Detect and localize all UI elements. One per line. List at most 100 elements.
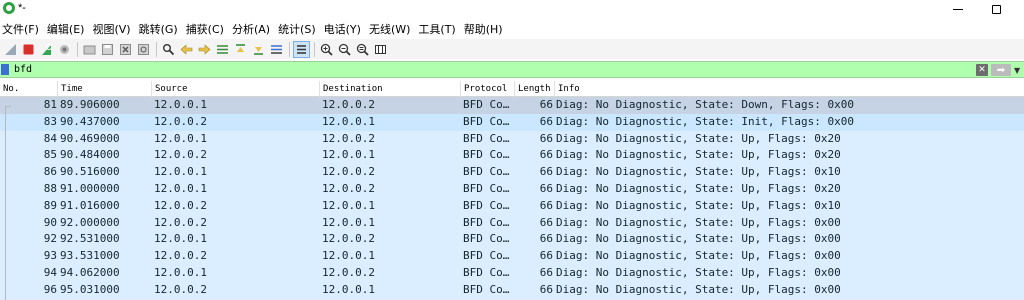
packet-row[interactable]: 89 91.016000 12.0.0.2 12.0.0.1 BFD Co… 6… (0, 197, 1024, 215)
menu-go[interactable]: 跳转(G) (137, 21, 184, 37)
packet-destination: 12.0.0.1 (322, 148, 375, 162)
minimize-button[interactable] (938, 0, 978, 18)
toolbar-separator (314, 41, 315, 57)
packet-number: 92 (43, 232, 57, 246)
packet-info: Diag: No Diagnostic, State: Up, Flags: 0… (556, 215, 841, 229)
conversation-tree-line (5, 106, 6, 300)
chevron-down-icon[interactable]: ▼ (1014, 66, 1020, 75)
packet-row[interactable]: 81 89.906000 12.0.0.1 12.0.0.2 BFD Co… 6… (0, 97, 1024, 114)
packet-info: Diag: No Diagnostic, State: Up, Flags: 0… (556, 148, 841, 162)
column-header-source[interactable]: Source (152, 81, 320, 97)
display-filter-input[interactable] (12, 62, 974, 77)
find-icon[interactable] (160, 41, 177, 58)
packet-number: 96 (43, 282, 57, 296)
packet-info: Diag: No Diagnostic, State: Up, Flags: 0… (556, 198, 841, 212)
title-bar: *- (0, 0, 1024, 18)
colorize-icon[interactable] (293, 40, 310, 58)
apply-filter-icon[interactable]: ➡ (991, 64, 1011, 76)
column-header-destination[interactable]: Destination (320, 81, 461, 97)
zoom-out-icon[interactable] (336, 41, 353, 58)
close-file-icon[interactable] (117, 41, 134, 58)
menu-tools[interactable]: 工具(T) (416, 21, 461, 37)
packet-destination: 12.0.0.1 (322, 249, 375, 263)
packet-row[interactable]: 90 92.000000 12.0.0.2 12.0.0.1 BFD Co… 6… (0, 214, 1024, 232)
column-header-length[interactable]: Length (515, 81, 555, 97)
menu-wireless[interactable]: 无线(W) (367, 21, 416, 37)
menu-view[interactable]: 视图(V) (90, 21, 136, 37)
restart-icon[interactable] (38, 41, 55, 58)
packet-protocol: BFD Co… (463, 198, 510, 212)
zoom-in-icon[interactable] (318, 41, 335, 58)
menu-capture[interactable]: 捕获(C) (184, 21, 230, 37)
packet-row[interactable]: 85 90.484000 12.0.0.2 12.0.0.1 BFD Co… 6… (0, 147, 1024, 165)
packet-number: 85 (43, 148, 57, 162)
first-packet-icon[interactable] (232, 41, 249, 58)
save-icon[interactable] (99, 41, 116, 58)
column-header-info[interactable]: Info (555, 81, 1024, 97)
autoscroll-icon[interactable] (268, 41, 285, 58)
packet-row[interactable]: 83 90.437000 12.0.0.2 12.0.0.1 BFD Co… 6… (0, 113, 1024, 131)
toolbar-separator (156, 41, 157, 57)
conversation-tree-tick (5, 106, 11, 107)
packet-list-header: No. Time Source Destination Protocol Len… (0, 81, 1024, 97)
packet-row[interactable]: 94 94.062000 12.0.0.1 12.0.0.2 BFD Co… 6… (0, 265, 1024, 282)
last-packet-icon[interactable] (250, 41, 267, 58)
packet-destination: 12.0.0.2 (322, 131, 375, 145)
packet-destination: 12.0.0.1 (322, 198, 375, 212)
maximize-button[interactable] (976, 0, 1016, 18)
packet-time: 94.062000 (60, 266, 120, 279)
bookmark-icon[interactable] (1, 64, 9, 75)
packet-time: 92.000000 (60, 215, 120, 229)
packet-source: 12.0.0.2 (154, 114, 207, 128)
menu-help[interactable]: 帮助(H) (462, 21, 509, 37)
packet-number: 89 (43, 198, 57, 212)
packet-list[interactable]: 81 89.906000 12.0.0.1 12.0.0.2 BFD Co… 6… (0, 97, 1024, 300)
shark-fin-start-icon[interactable] (2, 41, 19, 58)
packet-info: Diag: No Diagnostic, State: Up, Flags: 0… (556, 282, 841, 296)
zoom-normal-icon[interactable] (354, 41, 371, 58)
packet-source: 12.0.0.1 (154, 98, 207, 111)
stop-icon[interactable] (20, 41, 37, 58)
packet-source: 12.0.0.2 (154, 249, 207, 263)
packet-row[interactable]: 88 91.000000 12.0.0.1 12.0.0.2 BFD Co… 6… (0, 181, 1024, 198)
packet-time: 89.906000 (60, 98, 120, 111)
resize-columns-icon[interactable] (372, 41, 389, 58)
packet-protocol: BFD Co… (463, 114, 510, 128)
packet-info: Diag: No Diagnostic, State: Up, Flags: 0… (556, 232, 841, 246)
packet-row[interactable]: 84 90.469000 12.0.0.1 12.0.0.2 BFD Co… 6… (0, 130, 1024, 148)
menu-file[interactable]: 文件(F) (0, 21, 45, 37)
packet-row[interactable]: 92 92.531000 12.0.0.1 12.0.0.2 BFD Co… 6… (0, 231, 1024, 249)
forward-icon[interactable] (196, 41, 213, 58)
menu-telephony[interactable]: 电话(Y) (322, 21, 367, 37)
toolbar-separator (77, 41, 78, 57)
packet-source: 12.0.0.1 (154, 232, 207, 246)
packet-protocol: BFD Co… (463, 232, 510, 246)
packet-destination: 12.0.0.2 (322, 165, 375, 179)
display-filter-bar: ✕ ➡ ▼ (0, 61, 1024, 78)
packet-protocol: BFD Co… (463, 215, 510, 229)
column-header-no[interactable]: No. (0, 81, 58, 97)
options-icon[interactable] (56, 41, 73, 58)
clear-filter-icon[interactable]: ✕ (976, 64, 988, 76)
packet-time: 90.437000 (60, 114, 120, 128)
packet-source: 12.0.0.2 (154, 215, 207, 229)
packet-row[interactable]: 93 93.531000 12.0.0.2 12.0.0.1 BFD Co… 6… (0, 248, 1024, 265)
packet-info: Diag: No Diagnostic, State: Up, Flags: 0… (556, 249, 841, 263)
reload-icon[interactable] (135, 41, 152, 58)
menu-edit[interactable]: 编辑(E) (45, 21, 91, 37)
packet-length: 66 (539, 165, 553, 179)
packet-row[interactable]: 86 90.516000 12.0.0.1 12.0.0.2 BFD Co… 6… (0, 164, 1024, 181)
menu-analyze[interactable]: 分析(A) (230, 21, 276, 37)
packet-info: Diag: No Diagnostic, State: Up, Flags: 0… (556, 131, 841, 145)
back-icon[interactable] (178, 41, 195, 58)
packet-length: 66 (539, 114, 553, 128)
column-header-protocol[interactable]: Protocol (461, 81, 515, 97)
packet-destination: 12.0.0.2 (322, 182, 375, 195)
packet-length: 66 (539, 182, 553, 195)
open-icon[interactable] (81, 41, 98, 58)
packet-row[interactable]: 96 95.031000 12.0.0.2 12.0.0.1 BFD Co… 6… (0, 281, 1024, 299)
menu-statistics[interactable]: 统计(S) (276, 21, 322, 37)
packet-protocol: BFD Co… (463, 282, 510, 296)
column-header-time[interactable]: Time (58, 81, 152, 97)
goto-icon[interactable] (214, 41, 231, 58)
